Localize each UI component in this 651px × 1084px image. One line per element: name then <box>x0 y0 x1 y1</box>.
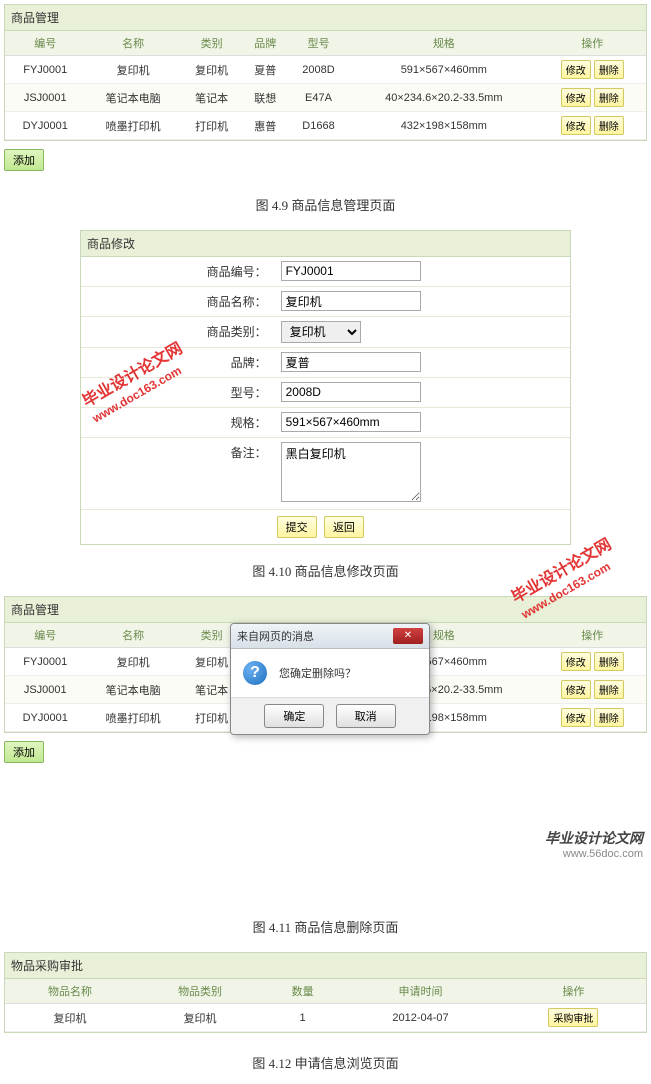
cell-model: E47A <box>288 84 349 112</box>
cell-time: 2012-04-07 <box>340 1004 501 1032</box>
label-spec: 规格： <box>81 408 277 437</box>
table-row: JSJ0001 笔记本电脑 笔记本 联想 E47A 40×234.6×20.2-… <box>5 84 646 112</box>
label-brand: 品牌： <box>81 348 277 377</box>
cell-name: 笔记本电脑 <box>85 84 180 112</box>
caption-4: 图 4.12 申请信息浏览页面 <box>0 1041 651 1084</box>
cell-cat: 复印机 <box>135 1004 265 1032</box>
cell-name: 复印机 <box>85 56 180 84</box>
cell-cat: 复印机 <box>181 56 243 84</box>
close-icon[interactable]: ✕ <box>393 628 423 644</box>
select-cat[interactable]: 复印机 <box>281 321 361 343</box>
product-edit-form: 商品修改 商品编号： 商品名称： 商品类别： 复印机 品牌： 型号： 规格： 备… <box>80 230 571 545</box>
delete-button[interactable]: 删除 <box>594 88 624 107</box>
submit-button[interactable]: 提交 <box>277 516 317 538</box>
cell-id: DYJ0001 <box>5 704 85 732</box>
cell-qty: 1 <box>265 1004 340 1032</box>
panel-title-2: 商品管理 <box>5 597 646 623</box>
cell-model: D1668 <box>288 112 349 140</box>
dialog-message: 您确定删除吗？ <box>279 665 356 681</box>
cell-name: 喷墨打印机 <box>85 704 180 732</box>
cell-brand: 夏普 <box>243 56 288 84</box>
edit-button[interactable]: 修改 <box>561 116 591 135</box>
label-model: 型号： <box>81 378 277 407</box>
col-cat: 类别 <box>181 31 243 56</box>
input-brand[interactable] <box>281 352 421 372</box>
col-name: 名称 <box>85 31 180 56</box>
approval-table: 物品名称 物品类别 数量 申请时间 操作 复印机 复印机 1 2012-04-0… <box>5 979 646 1032</box>
col-op: 操作 <box>539 623 646 648</box>
caption-1: 图 4.9 商品信息管理页面 <box>0 183 651 226</box>
cell-cat: 笔记本 <box>181 84 243 112</box>
cell-brand: 联想 <box>243 84 288 112</box>
table-row: 复印机 复印机 1 2012-04-07 采购审批 <box>5 1004 646 1032</box>
approve-button[interactable]: 采购审批 <box>548 1008 598 1027</box>
label-name: 商品名称： <box>81 287 277 316</box>
cell-spec: 432×198×158mm <box>349 112 539 140</box>
col-spec: 规格 <box>349 31 539 56</box>
col-op: 操作 <box>539 31 646 56</box>
caption-3: 图 4.11 商品信息删除页面 <box>0 905 651 948</box>
delete-button[interactable]: 删除 <box>594 116 624 135</box>
col-id: 编号 <box>5 31 85 56</box>
product-manage-panel-1: 商品管理 编号 名称 类别 品牌 型号 规格 操作 FYJ0001 复印机 复印… <box>4 4 647 141</box>
label-id: 商品编号： <box>81 257 277 286</box>
delete-button[interactable]: 删除 <box>594 60 624 79</box>
add-button[interactable]: 添加 <box>4 149 44 171</box>
delete-button[interactable]: 删除 <box>594 680 624 699</box>
cell-name: 喷墨打印机 <box>85 112 180 140</box>
col-name: 名称 <box>85 623 180 648</box>
question-icon: ? <box>243 661 267 685</box>
ok-button[interactable]: 确定 <box>264 704 324 728</box>
cell-id: FYJ0001 <box>5 648 85 676</box>
confirm-dialog: 来自网页的消息 ✕ ? 您确定删除吗？ 确定 取消 <box>230 623 430 735</box>
cell-name: 复印机 <box>5 1004 135 1032</box>
cancel-button[interactable]: 取消 <box>336 704 396 728</box>
edit-button[interactable]: 修改 <box>561 708 591 727</box>
add-button-2[interactable]: 添加 <box>4 741 44 763</box>
purchase-approval-panel: 物品采购审批 物品名称 物品类别 数量 申请时间 操作 复印机 复印机 1 20… <box>4 952 647 1033</box>
col-time: 申请时间 <box>340 979 501 1004</box>
caption-2: 图 4.10 商品信息修改页面 <box>0 549 651 592</box>
cell-brand: 惠普 <box>243 112 288 140</box>
edit-button[interactable]: 修改 <box>561 88 591 107</box>
input-spec[interactable] <box>281 412 421 432</box>
input-model[interactable] <box>281 382 421 402</box>
panel-title-3: 物品采购审批 <box>5 953 646 979</box>
footer-watermark: 毕业设计论文网 www.56doc.com <box>545 828 643 860</box>
edit-button[interactable]: 修改 <box>561 652 591 671</box>
label-cat: 商品类别： <box>81 317 277 347</box>
cell-id: JSJ0001 <box>5 84 85 112</box>
cell-name: 笔记本电脑 <box>85 676 180 704</box>
product-table-1: 编号 名称 类别 品牌 型号 规格 操作 FYJ0001 复印机 复印机 夏普 … <box>5 31 646 140</box>
col-qty: 数量 <box>265 979 340 1004</box>
cell-id: JSJ0001 <box>5 676 85 704</box>
textarea-remark[interactable] <box>281 442 421 502</box>
col-model: 型号 <box>288 31 349 56</box>
col-brand: 品牌 <box>243 31 288 56</box>
cell-spec: 591×567×460mm <box>349 56 539 84</box>
table-row: DYJ0001 喷墨打印机 打印机 惠普 D1668 432×198×158mm… <box>5 112 646 140</box>
table-row: FYJ0001 复印机 复印机 夏普 2008D 591×567×460mm 修… <box>5 56 646 84</box>
input-name[interactable] <box>281 291 421 311</box>
cell-name: 复印机 <box>85 648 180 676</box>
col-id: 编号 <box>5 623 85 648</box>
col-name: 物品名称 <box>5 979 135 1004</box>
cell-cat: 打印机 <box>181 112 243 140</box>
cell-id: DYJ0001 <box>5 112 85 140</box>
back-button[interactable]: 返回 <box>324 516 364 538</box>
panel-title: 商品管理 <box>5 5 646 31</box>
edit-button[interactable]: 修改 <box>561 60 591 79</box>
input-id[interactable] <box>281 261 421 281</box>
cell-spec: 40×234.6×20.2-33.5mm <box>349 84 539 112</box>
form-title: 商品修改 <box>81 231 570 257</box>
edit-button[interactable]: 修改 <box>561 680 591 699</box>
delete-button[interactable]: 删除 <box>594 708 624 727</box>
delete-button[interactable]: 删除 <box>594 652 624 671</box>
col-op: 操作 <box>501 979 646 1004</box>
label-remark: 备注： <box>81 438 277 509</box>
cell-model: 2008D <box>288 56 349 84</box>
dialog-title-text: 来自网页的消息 <box>237 628 314 644</box>
col-cat: 物品类别 <box>135 979 265 1004</box>
cell-id: FYJ0001 <box>5 56 85 84</box>
